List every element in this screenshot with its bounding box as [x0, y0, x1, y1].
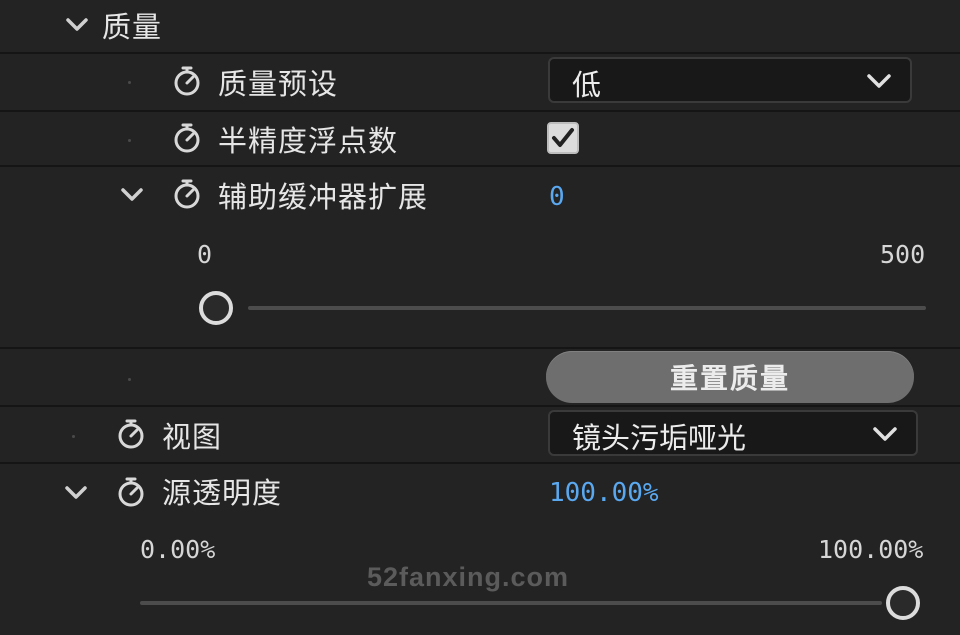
- aux-buffer-slider-track[interactable]: [248, 306, 926, 310]
- quality-preset-value: 低: [572, 68, 602, 102]
- view-value: 镜头污垢哑光: [572, 421, 747, 455]
- row-dot: [128, 139, 131, 142]
- aux-buffer-label: 辅助缓冲器扩展: [218, 180, 429, 214]
- chevron-down-icon: [867, 74, 891, 88]
- source-opacity-slider-track[interactable]: [140, 601, 882, 605]
- checkmark-icon: [552, 128, 574, 147]
- row-dot: [128, 378, 131, 381]
- source-opacity-slider-thumb[interactable]: [886, 586, 920, 620]
- section-title: 质量: [102, 10, 163, 44]
- aux-buffer-max-label: 500: [880, 240, 926, 269]
- reset-quality-button[interactable]: 重置质量: [546, 351, 914, 403]
- half-precision-checkbox[interactable]: [547, 122, 579, 154]
- separator: [0, 405, 960, 407]
- row-dot: [72, 435, 75, 438]
- stopwatch-icon[interactable]: [171, 122, 203, 154]
- stopwatch-icon[interactable]: [171, 178, 203, 210]
- quality-preset-dropdown[interactable]: 低: [548, 57, 912, 103]
- chevron-down-icon: [873, 427, 897, 441]
- quality-preset-label: 质量预设: [218, 67, 339, 101]
- aux-buffer-min-label: 0: [197, 240, 213, 269]
- separator: [0, 165, 960, 167]
- view-label: 视图: [162, 420, 223, 454]
- aux-buffer-slider-thumb[interactable]: [199, 291, 233, 325]
- separator: [0, 52, 960, 54]
- separator: [0, 347, 960, 349]
- source-opacity-label: 源透明度: [162, 476, 283, 510]
- watermark: 52fanxing.com: [367, 562, 570, 592]
- chevron-down-icon[interactable]: [120, 186, 144, 204]
- chevron-down-icon[interactable]: [64, 484, 88, 502]
- stopwatch-icon[interactable]: [115, 418, 147, 450]
- row-dot: [128, 81, 131, 84]
- source-opacity-value[interactable]: 100.00%: [549, 478, 659, 508]
- view-dropdown[interactable]: 镜头污垢哑光: [548, 410, 918, 456]
- separator: [0, 462, 960, 464]
- aux-buffer-value[interactable]: 0: [549, 182, 565, 212]
- half-precision-label: 半精度浮点数: [218, 124, 399, 158]
- stopwatch-icon[interactable]: [115, 476, 147, 508]
- source-opacity-min-label: 0.00%: [140, 535, 216, 564]
- stopwatch-icon[interactable]: [171, 65, 203, 97]
- chevron-down-icon[interactable]: [65, 16, 89, 34]
- source-opacity-max-label: 100.00%: [818, 535, 924, 564]
- effect-controls-panel: 质量 质量预设 低 半精度浮点数 辅助缓冲器扩展 0 0 500 重置质量 视图…: [0, 0, 960, 635]
- separator: [0, 110, 960, 112]
